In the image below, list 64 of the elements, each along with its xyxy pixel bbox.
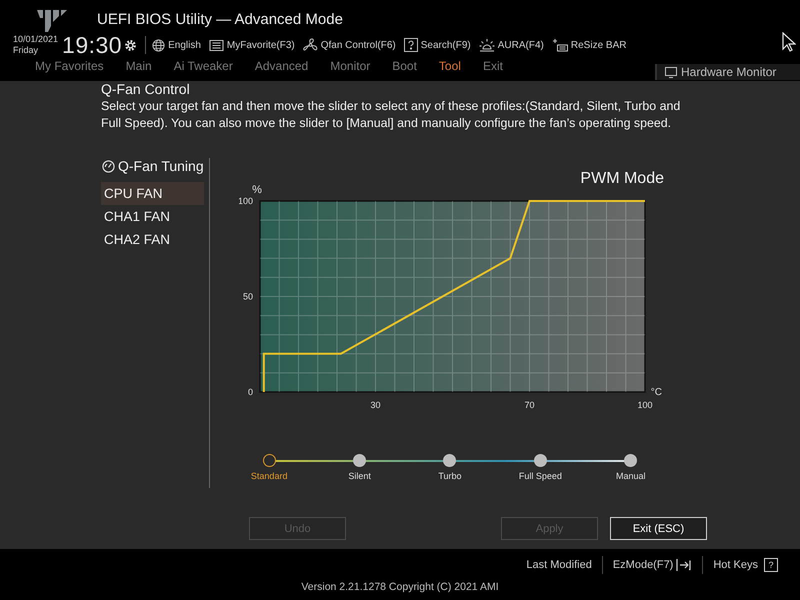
toolbar-button[interactable]: ReSize BAR [552,38,626,52]
menu-tab[interactable]: Exit [482,58,503,74]
fan-list-item[interactable]: CHA1 FAN [101,205,204,228]
settings-icon[interactable] [124,38,138,52]
menu-tab[interactable]: My Favorites [35,58,104,74]
x-tick-label: 70 [524,400,534,410]
y-tick-label: 0 [248,387,253,397]
hardware-monitor-label: Hardware Monitor [681,65,776,79]
menu-tab[interactable]: Monitor [330,58,370,74]
slider-stop[interactable] [534,454,547,467]
section-title: Q-Fan Tuning [118,158,204,174]
profile-label: Standard [250,471,288,481]
menu-tab[interactable]: Tool [438,58,461,74]
dialog-title: Q-Fan Control [101,81,191,97]
slider-stop[interactable] [353,454,366,467]
profile-label: Silent [348,471,371,481]
logo-icon [35,8,69,34]
menu-tab[interactable]: Boot [392,58,417,74]
day-text: Friday [13,45,40,56]
x-tick-label: 100 [637,400,653,410]
key-label: ? [764,558,778,572]
fan-icon [302,38,318,52]
exit-button[interactable]: Exit (ESC) [610,517,707,540]
globe-icon [152,38,166,52]
window-title: UEFI BIOS Utility — Advanced Mode [97,10,343,28]
toolbar-button[interactable]: MyFavorite(F3) [208,38,295,52]
monitor-icon [665,66,677,78]
menu-tab[interactable]: Main [126,58,152,74]
x-axis-label: °C [650,387,662,398]
slider-stop[interactable] [624,454,638,467]
hardware-monitor-tab[interactable]: Hardware Monitor [655,64,800,80]
hot-keys-label: Hot Keys [713,559,758,571]
dialog-description: Select your target fan and then move the slider to select any of these profiles:(Standard, Silent, Turbo and Full Speed). You can also move the slider to [Manual] and manually configure the fan’s operating speed. [101,98,682,132]
slider-stop[interactable] [443,454,456,467]
version-text: Version 2.21.1278 Copyright (C) 2021 AMI [300,581,500,593]
ezmode-button[interactable]: EzMode(F7) [612,559,692,571]
date-text: 10/01/2021 [13,34,58,45]
y-tick-label: 50 [242,292,253,302]
mode-label: PWM Mode [580,170,664,188]
clock-time: 19:30 [62,32,122,58]
profile-label: Full Speed [518,471,562,481]
y-axis-label: % [252,184,262,196]
lamp-icon [478,38,495,52]
fan-list-item[interactable]: CPU FAN [101,182,204,205]
gauge-icon [102,160,115,172]
cursor-icon [782,32,796,52]
menu-tab[interactable]: Ai Tweaker [174,58,233,74]
menu-tab[interactable]: Advanced [254,58,308,74]
hot-keys-button[interactable]: Hot Keys ? [713,558,778,572]
fan-list-item[interactable]: CHA2 FAN [101,228,204,251]
toolbar-button[interactable]: Qfan Control(F6) [302,38,396,52]
y-tick-label: 100 [239,196,253,206]
last-modified-button[interactable]: Last Modified [526,559,592,571]
list-icon [208,38,224,52]
toolbar-button[interactable]: AURA(F4) [478,38,544,52]
bar-icon [552,38,568,52]
profile-label: Turbo [438,471,462,481]
toolbar-button[interactable]: English [152,38,201,52]
profile-label: Manual [616,471,646,481]
toolbar-button[interactable]: Search(F9) [404,38,471,52]
question-icon [404,38,418,52]
exit-arrow-icon [676,559,692,571]
slider-stop[interactable] [262,454,276,467]
x-tick-label: 30 [370,400,380,410]
